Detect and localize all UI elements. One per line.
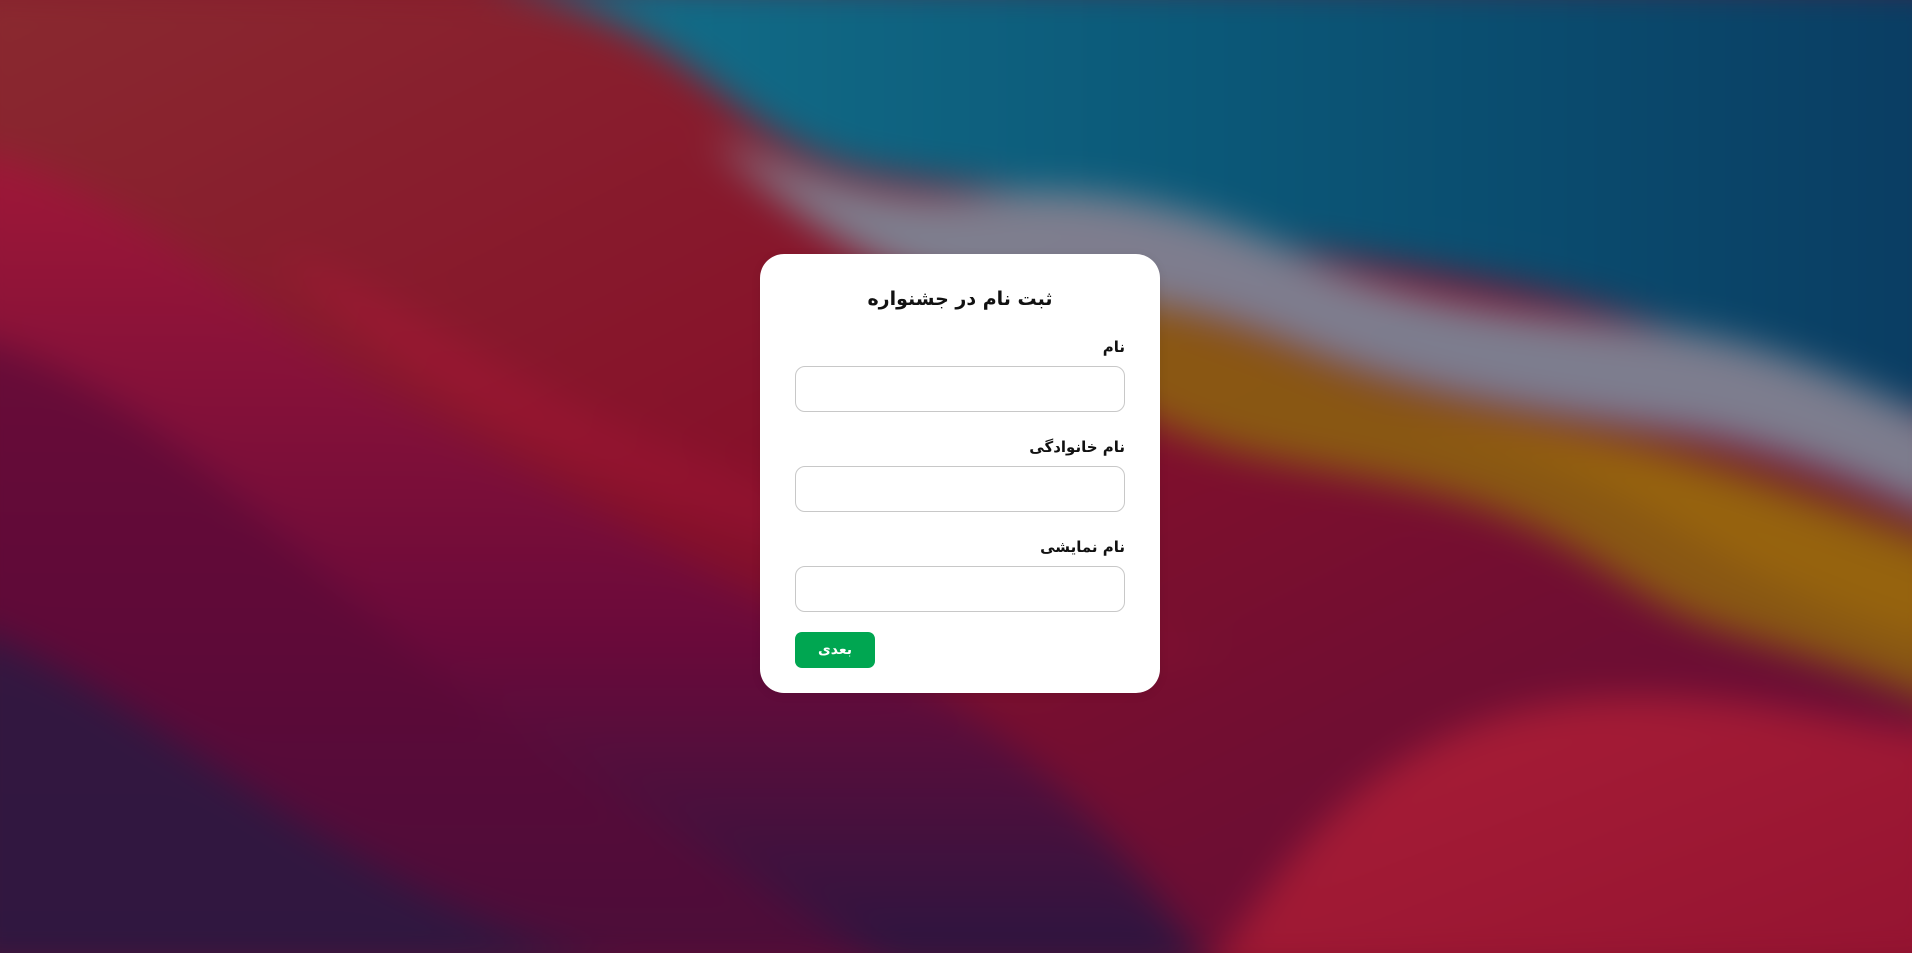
- form-actions: بعدی: [795, 632, 1125, 668]
- last-name-label: نام خانوادگی: [1029, 438, 1125, 456]
- first-name-input[interactable]: [795, 366, 1125, 412]
- form-title: ثبت نام در جشنواره: [867, 288, 1053, 310]
- last-name-input[interactable]: [795, 466, 1125, 512]
- next-button[interactable]: بعدی: [795, 632, 875, 668]
- registration-card: ثبت نام در جشنواره نام نام خانوادگی نام …: [760, 254, 1160, 693]
- display-name-label: نام نمایشی: [1040, 538, 1125, 556]
- display-name-input[interactable]: [795, 566, 1125, 612]
- first-name-label: نام: [1102, 338, 1125, 356]
